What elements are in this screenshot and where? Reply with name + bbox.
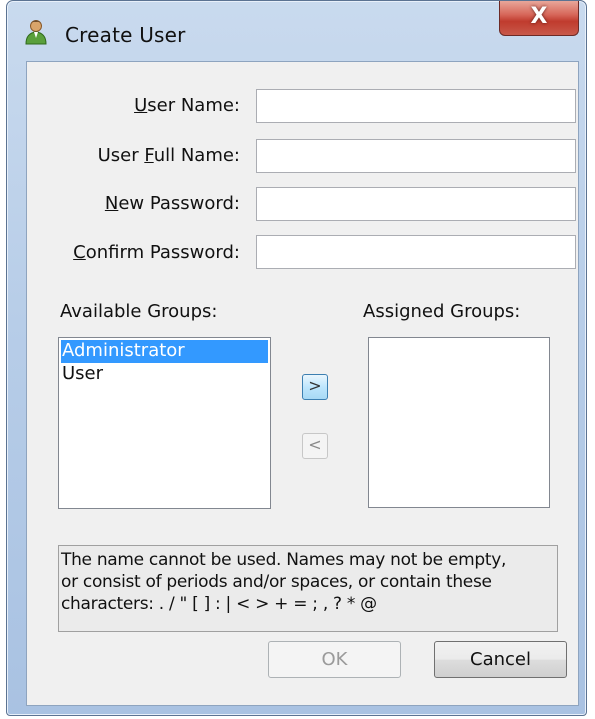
ok-button[interactable]: OK (268, 641, 401, 678)
cancel-button[interactable]: Cancel (434, 641, 567, 678)
dialog-title: Create User (65, 23, 186, 47)
user-icon (25, 20, 47, 45)
new-password-input[interactable] (256, 187, 576, 221)
create-user-dialog: Create User X User Name: User Full Name:… (6, 0, 587, 716)
new-password-label: New Password: (104, 193, 240, 214)
message-line: or consist of periods and/or spaces, or … (61, 572, 492, 592)
list-item[interactable]: User (59, 363, 270, 386)
list-item[interactable]: Administrator (61, 340, 268, 363)
chevron-right-icon: > (308, 376, 322, 395)
available-groups-list[interactable]: Administrator User (58, 337, 271, 509)
close-icon: X (530, 4, 548, 29)
close-button[interactable]: X (499, 1, 579, 36)
assigned-groups-label: Assigned Groups: (363, 301, 521, 322)
dialog-body: User Name: User Full Name: New Password:… (26, 61, 579, 706)
chevron-left-icon: < (308, 435, 322, 454)
message-line: characters: . / " [ ] : | < > + = ; , ? … (61, 594, 377, 614)
validation-message: The name cannot be used. Names may not b… (58, 545, 558, 632)
available-groups-label: Available Groups: (60, 301, 218, 322)
user-name-label: User Name: (134, 95, 240, 116)
confirm-password-label: Confirm Password: (73, 242, 240, 263)
message-line: The name cannot be used. Names may not b… (61, 550, 507, 570)
user-full-name-input[interactable] (256, 139, 576, 173)
add-group-button[interactable]: > (302, 374, 328, 400)
assigned-groups-list[interactable] (368, 337, 550, 508)
title-bar[interactable]: Create User X (7, 1, 586, 59)
user-name-input[interactable] (256, 89, 576, 123)
user-full-name-label: User Full Name: (97, 145, 240, 166)
remove-group-button[interactable]: < (302, 433, 328, 459)
confirm-password-input[interactable] (256, 235, 576, 269)
